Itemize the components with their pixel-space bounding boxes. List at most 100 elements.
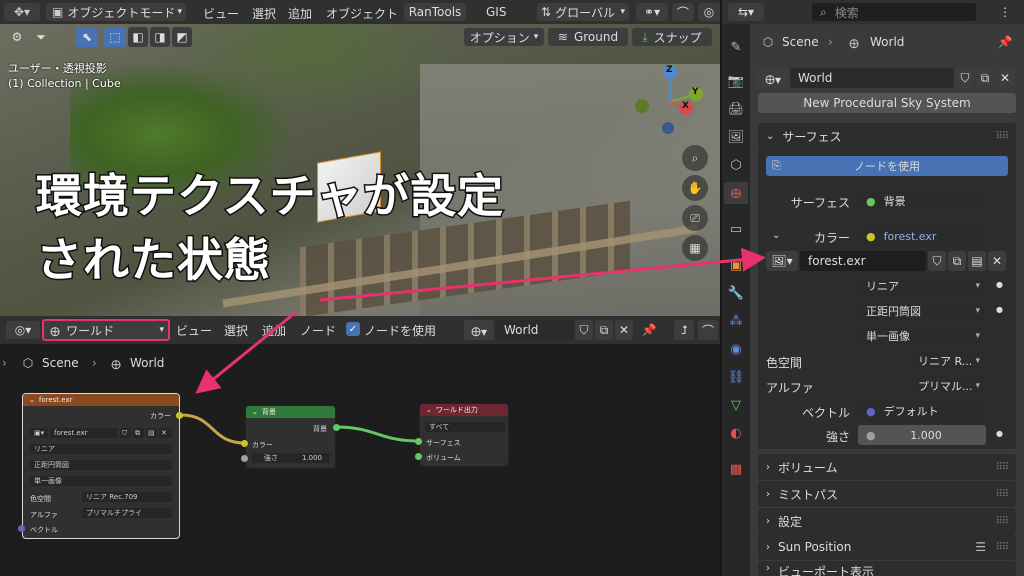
env-color-output-socket[interactable] (176, 412, 183, 419)
drag-grip-icon[interactable]: ⠿⠿ (995, 462, 1009, 473)
shader-type-dropdown[interactable]: 🜨 ワールド ▾ (42, 319, 170, 341)
settings-panel-header[interactable]: › 設定 ⠿⠿ (758, 508, 1016, 534)
vector-value-field[interactable]: ● デフォルト (858, 401, 986, 421)
env-alpha-dropdown[interactable]: プリマルチプライ (82, 508, 172, 518)
world-unlink-icon[interactable]: ✕ (996, 68, 1014, 88)
env-extension-dropdown[interactable]: 単一画像 (30, 476, 172, 486)
drag-grip-icon[interactable]: ⠿⠿ (995, 489, 1009, 500)
physics-tab-icon[interactable]: ◉ (724, 338, 748, 360)
hand-pan-icon[interactable]: ✋ (682, 175, 708, 201)
world-browse-button[interactable]: 🜨▾ (758, 68, 788, 88)
background-output-socket[interactable] (333, 424, 340, 431)
select-mode-new[interactable]: ⬚ (104, 27, 126, 47)
env-projection-dropdown[interactable]: 正距円筒図 (30, 460, 172, 470)
projection-dropdown[interactable]: 正距円筒図 ▾ (858, 301, 986, 321)
env-image-duplicate[interactable]: ⧉ (133, 428, 144, 438)
env-image-open[interactable]: ▤ (146, 428, 157, 438)
proportional-toggle[interactable]: ◎ (698, 3, 720, 21)
drag-grip-icon[interactable]: ⠿⠿ (995, 516, 1009, 527)
world-output-target-dropdown[interactable]: すべて (425, 422, 505, 432)
drag-grip-icon[interactable]: ⠿⠿ (995, 542, 1009, 553)
env-interpolation-dropdown[interactable]: リニア (30, 444, 172, 454)
grid-view-icon[interactable]: ▦ (682, 235, 708, 261)
duplicate-icon[interactable]: ⧉ (595, 320, 613, 340)
env-image-unlink[interactable]: ✕ (159, 428, 172, 438)
list-icon[interactable]: ☰ (975, 540, 986, 554)
use-nodes-button[interactable]: ⎘ ノードを使用 (766, 156, 1008, 176)
keyframe-dot[interactable]: ● (996, 305, 1003, 314)
alpha-dropdown[interactable]: プリマル... ▾ (910, 376, 986, 396)
env-image-name[interactable]: forest.exr (50, 428, 118, 438)
tool-tab-icon[interactable]: ✎ (724, 36, 748, 58)
interpolation-dropdown[interactable]: リニア ▾ (858, 276, 986, 296)
menu-object[interactable]: オブジェクト (326, 5, 398, 22)
extension-dropdown[interactable]: 単一画像 ▾ (858, 326, 986, 346)
surface-panel-header[interactable]: ⌄ サーフェス ⠿⠿ (758, 123, 1016, 149)
pivot-dropdown[interactable]: ⚭▾ (636, 3, 668, 21)
pin-icon[interactable]: 📌 (996, 33, 1014, 51)
output-tab-icon[interactable]: 🖨 (724, 98, 748, 120)
options-dropdown[interactable]: オプション ▾ (464, 28, 544, 46)
camera-icon[interactable]: ⎚ (682, 205, 708, 231)
render-tab-icon[interactable]: 📷 (724, 70, 748, 92)
env-colorspace-dropdown[interactable]: リニア Rec.709 (82, 492, 172, 502)
material-tab-icon[interactable]: ◐ (724, 422, 748, 444)
snap-node-icon[interactable]: ⌒ (698, 320, 718, 340)
unlink-close-icon[interactable]: ✕ (615, 320, 633, 340)
menu-view[interactable]: ビュー (203, 5, 239, 22)
node-editor-type-icon[interactable]: ◎▾ (6, 321, 40, 339)
world-name-field[interactable]: World (790, 68, 954, 88)
volume-panel-header[interactable]: › ボリューム ⠿⠿ (758, 454, 1016, 480)
view-layer-tab-icon[interactable]: 🖼 (724, 126, 748, 148)
keyframe-dot[interactable]: ● (996, 429, 1003, 438)
select-mode-extend[interactable]: ◧ (128, 27, 148, 47)
select-mode-intersect[interactable]: ◩ (172, 27, 192, 47)
background-strength-field[interactable]: 強さ 1.000 (252, 453, 330, 463)
rantools-button[interactable]: RanTools (404, 3, 466, 21)
color-value-field[interactable]: ● forest.exr (858, 226, 986, 246)
fake-user-shield-icon[interactable]: ⛉ (575, 320, 593, 340)
image-duplicate-icon[interactable]: ⧉ (948, 251, 966, 271)
modifier-tab-icon[interactable]: 🔧 (724, 282, 748, 304)
env-image-browse[interactable]: ▣▾ (30, 428, 48, 438)
background-color-socket[interactable] (241, 440, 248, 447)
sun-position-panel-header[interactable]: › Sun Position ☰ ⠿⠿ (758, 534, 1016, 560)
particles-tab-icon[interactable]: ⁂ (724, 310, 748, 332)
strength-field[interactable]: ● 1.000 (858, 425, 986, 445)
zoom-icon[interactable]: ⌕ (682, 145, 708, 171)
world-output-volume-socket[interactable] (415, 453, 422, 460)
env-vector-input-socket[interactable] (18, 525, 25, 532)
constraints-tab-icon[interactable]: ⛓ (724, 366, 748, 388)
filter-icon[interactable]: ⏷ (30, 28, 52, 46)
options-menu-icon[interactable]: ⋮ (994, 3, 1016, 21)
pin-icon[interactable]: 📌 (640, 320, 658, 340)
properties-editor-type[interactable]: ⇆▾ (728, 3, 764, 21)
color-space-dropdown[interactable]: リニア R... ▾ (910, 351, 986, 371)
new-sky-button[interactable]: New Procedural Sky System (758, 93, 1016, 113)
mist-panel-header[interactable]: › ミストパス ⠿⠿ (758, 481, 1016, 507)
object-tab-icon[interactable]: ▣ (724, 254, 748, 276)
image-open-icon[interactable]: ▤ (968, 251, 986, 271)
keyframe-dot[interactable]: ● (996, 280, 1003, 289)
mode-dropdown[interactable]: ▣ オブジェクトモード ▾ (46, 3, 186, 21)
viewport-display-panel-header[interactable]: › ビューポート表示 (758, 561, 1016, 576)
node-menu-view[interactable]: ビュー (176, 322, 212, 339)
image-browse-button[interactable]: 🖼▾ (766, 251, 798, 271)
parent-node-tree-icon[interactable]: ⮥ (674, 320, 694, 340)
background-strength-socket[interactable] (241, 455, 248, 462)
menu-add[interactable]: 追加 (288, 5, 312, 22)
ground-button[interactable]: ≋ Ground (548, 28, 628, 46)
collection-tab-icon[interactable]: ▭ (724, 218, 748, 240)
node-menu-add[interactable]: 追加 (262, 322, 286, 339)
surface-value-field[interactable]: ● 背景 (858, 191, 986, 211)
texture-tab-icon[interactable]: ▩ (724, 458, 748, 480)
world-fakeuser-icon[interactable]: ⛉ (956, 68, 974, 88)
world-datablock-browse[interactable]: 🜨▾ (464, 320, 494, 340)
data-tab-icon[interactable]: ▽ (724, 394, 748, 416)
image-fakeuser-icon[interactable]: ⛉ (928, 251, 946, 271)
drag-grip-icon[interactable]: ⠿⠿ (995, 131, 1009, 142)
world-output-surface-socket[interactable] (415, 438, 422, 445)
transform-orientation-dropdown[interactable]: ⇅ グローバル ▾ (537, 3, 629, 21)
properties-search[interactable]: ⌕ 検索 (812, 3, 976, 21)
use-nodes-checkbox[interactable]: ✓ (346, 322, 360, 336)
